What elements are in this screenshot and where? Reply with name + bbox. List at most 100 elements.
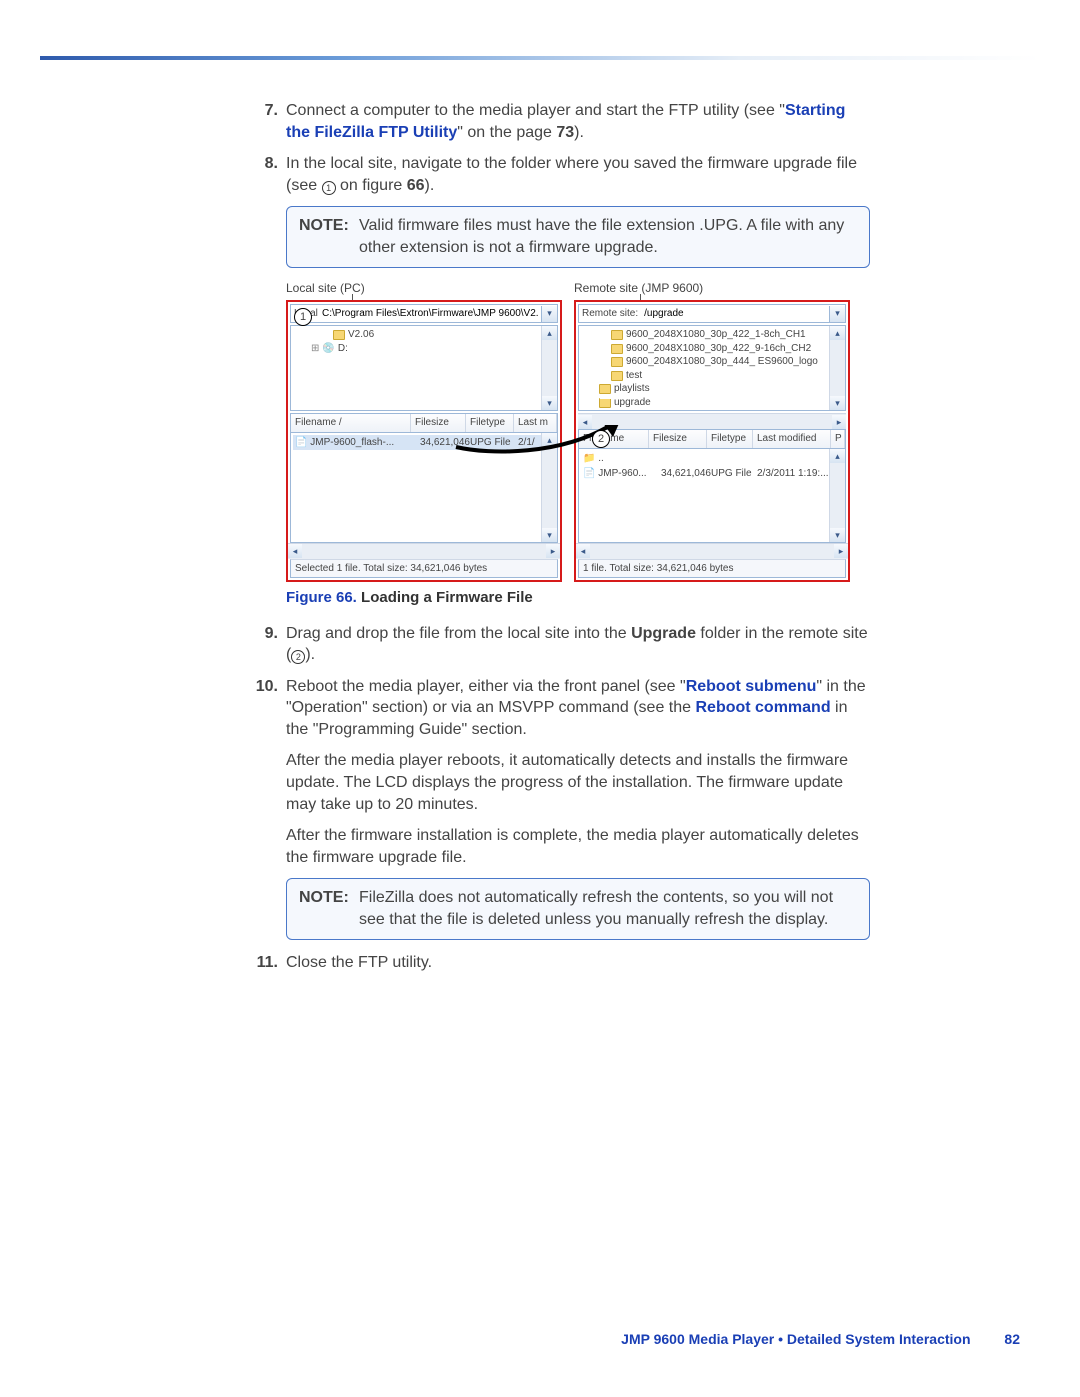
tree-label: D: <box>338 342 348 356</box>
tree-label: test <box>626 369 642 383</box>
note-text: FileZilla does not automatically refresh… <box>359 887 857 930</box>
upgrade-folder-name: Upgrade <box>631 625 696 642</box>
tree-label: V2.06 <box>348 328 374 342</box>
file-name: JMP-960... <box>598 468 646 479</box>
file-name: JMP-9600_flash-... <box>310 437 394 448</box>
tree-item[interactable]: test <box>581 369 843 383</box>
note-label: NOTE: <box>299 215 359 258</box>
tree-item-upgrade[interactable]: upgrade <box>581 396 843 410</box>
folder-open-icon <box>599 398 611 408</box>
file-type: UPG File <box>711 467 757 481</box>
note-box-2: NOTE: FileZilla does not automatically r… <box>286 878 870 939</box>
folder-icon <box>611 330 623 340</box>
callout-2-icon: 2 <box>291 650 305 664</box>
note-box-1: NOTE: Valid firmware files must have the… <box>286 206 870 267</box>
text: on figure <box>336 177 407 194</box>
figure-caption: Figure 66. Loading a Firmware File <box>286 588 870 608</box>
remote-status: 1 file. Total size: 34,621,046 bytes <box>578 559 846 579</box>
text: Reboot the media player, either via the … <box>286 678 686 695</box>
folder-icon <box>611 371 623 381</box>
text: Drag and drop the file from the local si… <box>286 625 631 642</box>
text: ). <box>305 646 315 663</box>
scrollbar-vertical[interactable]: ▴▾ <box>541 326 557 410</box>
step-10: 10. Reboot the media player, either via … <box>250 676 870 741</box>
file-row[interactable]: 📄 JMP-960... 34,621,046 UPG File 2/3/201… <box>581 466 843 482</box>
step-text: Drag and drop the file from the local si… <box>286 623 870 666</box>
tree-label: upgrade <box>614 396 651 410</box>
text: " on the page <box>457 124 556 141</box>
local-pane: 1 Local ▾ V2.06 ⊞💿D: ▴▾ Filename / Files… <box>286 300 562 583</box>
tree-label: 9600_2048X1080_30p_422_1-8ch_CH1 <box>626 328 806 342</box>
text: ). <box>574 124 584 141</box>
tree-item[interactable]: 9600_2048X1080_30p_444_ ES9600_logo <box>581 355 843 369</box>
dropdown-icon[interactable]: ▾ <box>829 306 845 322</box>
ftp-panes: Local site (PC) 1 Local ▾ V2.06 ⊞💿D: ▴▾ <box>286 280 870 583</box>
link-reboot-command[interactable]: Reboot command <box>695 699 830 716</box>
figure-ref: 66 <box>407 177 425 194</box>
tree-item[interactable]: 9600_2048X1080_30p_422_1-8ch_CH1 <box>581 328 843 342</box>
step-number: 7. <box>250 100 278 143</box>
folder-icon <box>611 344 623 354</box>
tree-item[interactable]: playlists <box>581 382 843 396</box>
step-11: 11. Close the FTP utility. <box>250 952 870 974</box>
step-7: 7. Connect a computer to the media playe… <box>250 100 870 143</box>
folder-icon <box>611 357 623 367</box>
local-pane-wrap: Local site (PC) 1 Local ▾ V2.06 ⊞💿D: ▴▾ <box>286 280 562 583</box>
footer-text: JMP 9600 Media Player • Detailed System … <box>621 1331 970 1347</box>
tree-label: 9600_2048X1080_30p_422_9-16ch_CH2 <box>626 342 811 356</box>
step-number: 9. <box>250 623 278 666</box>
folder-icon <box>599 384 611 394</box>
col-header[interactable]: Filetype <box>707 430 753 448</box>
file-size: 34,621,046 <box>653 467 711 481</box>
scrollbar-vertical[interactable]: ▴▾ <box>829 449 845 542</box>
col-header[interactable]: P <box>831 430 845 448</box>
local-filelist[interactable]: 📄 JMP-9600_flash-... 34,621,046 UPG File… <box>290 433 558 543</box>
folder-icon <box>333 330 345 340</box>
dropdown-icon[interactable]: ▾ <box>541 306 557 322</box>
caption-prefix: Figure 66. <box>286 589 357 606</box>
note-label: NOTE: <box>299 887 359 930</box>
local-tree[interactable]: V2.06 ⊞💿D: ▴▾ <box>290 325 558 411</box>
page-ref: 73 <box>556 124 574 141</box>
caption-title: Loading a Firmware File <box>357 589 533 606</box>
callout-1: 1 <box>294 308 312 326</box>
tree-label: playlists <box>614 382 650 396</box>
scrollbar-horizontal[interactable]: ◂▸ <box>288 543 560 559</box>
remote-tree[interactable]: 9600_2048X1080_30p_422_1-8ch_CH1 9600_20… <box>578 325 846 411</box>
callout-1-icon: 1 <box>322 181 336 195</box>
document-body: 7. Connect a computer to the media playe… <box>250 100 870 983</box>
remote-pane-title: Remote site (JMP 9600) <box>574 280 850 296</box>
tree-item[interactable]: V2.06 <box>293 328 555 342</box>
page-number: 82 <box>1004 1331 1020 1347</box>
expand-icon[interactable]: ⊞ <box>311 342 319 356</box>
remote-address-bar[interactable]: Remote site: ▾ <box>578 304 846 324</box>
step-text: Reboot the media player, either via the … <box>286 676 870 741</box>
col-header[interactable]: Filesize <box>649 430 707 448</box>
local-pane-title: Local site (PC) <box>286 280 562 296</box>
remote-addr-label: Remote site: <box>579 305 641 323</box>
col-header[interactable]: Last modified <box>753 430 831 448</box>
paragraph: After the firmware installation is compl… <box>286 825 870 868</box>
col-header[interactable]: Filename / <box>291 414 411 432</box>
scrollbar-vertical[interactable]: ▴▾ <box>829 326 845 410</box>
local-path-input[interactable] <box>319 306 541 321</box>
step-9: 9. Drag and drop the file from the local… <box>250 623 870 666</box>
figure-66: Local site (PC) 1 Local ▾ V2.06 ⊞💿D: ▴▾ <box>286 280 870 583</box>
local-status: Selected 1 file. Total size: 34,621,046 … <box>290 559 558 579</box>
text: ). <box>425 177 435 194</box>
step-number: 11. <box>250 952 278 974</box>
step-number: 10. <box>250 676 278 741</box>
scrollbar-horizontal[interactable]: ◂▸ <box>576 543 848 559</box>
step-text: In the local site, navigate to the folde… <box>286 153 870 196</box>
tree-label: 9600_2048X1080_30p_444_ ES9600_logo <box>626 355 818 369</box>
link-reboot-submenu[interactable]: Reboot submenu <box>686 678 817 695</box>
remote-path-input[interactable] <box>641 306 829 321</box>
text: Connect a computer to the media player a… <box>286 102 785 119</box>
local-address-bar[interactable]: Local ▾ <box>290 304 558 324</box>
note-text: Valid firmware files must have the file … <box>359 215 857 258</box>
tree-item[interactable]: 9600_2048X1080_30p_422_9-16ch_CH2 <box>581 342 843 356</box>
step-text: Connect a computer to the media player a… <box>286 100 870 143</box>
step-8: 8. In the local site, navigate to the fo… <box>250 153 870 196</box>
tree-item[interactable]: ⊞💿D: <box>293 342 555 356</box>
step-number: 8. <box>250 153 278 196</box>
